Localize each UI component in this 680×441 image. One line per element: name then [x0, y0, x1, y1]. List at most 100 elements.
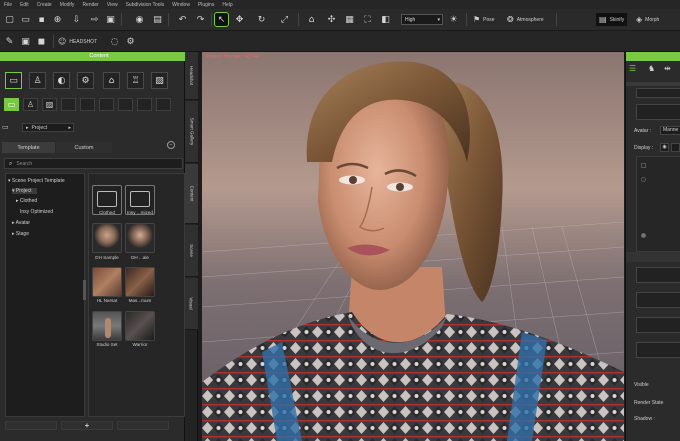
menu-render[interactable]: Render — [82, 2, 98, 8]
zoom-extent-icon[interactable]: ▦ — [343, 13, 356, 26]
right-field-2[interactable] — [636, 104, 680, 120]
modify-panel-header — [626, 52, 680, 61]
image-filter-icon[interactable]: ▨ — [42, 98, 57, 111]
option-radio-selected[interactable] — [641, 233, 646, 238]
skinify-button[interactable]: ▤ Skinify — [596, 13, 628, 26]
menu-view[interactable]: View — [107, 2, 118, 8]
image-category-icon[interactable]: ▨ — [151, 72, 168, 89]
headshot-settings-icon[interactable]: ⚙ — [124, 35, 137, 48]
3d-viewport[interactable]: Project Triangle : 43744 — [202, 52, 624, 441]
prop-category-icon[interactable]: ◐ — [53, 72, 70, 89]
motion-category-icon[interactable]: ♖ — [127, 72, 144, 89]
menu-subdivision-tools[interactable]: Subdivision Tools — [126, 2, 165, 8]
right-field-6[interactable] — [636, 342, 680, 358]
thumb-dh-female[interactable] — [125, 223, 155, 253]
camera-icon[interactable]: ◧ — [379, 13, 392, 26]
menu-modify[interactable]: Modify — [60, 2, 75, 8]
right-field-4[interactable] — [636, 292, 680, 308]
open-folder-icon[interactable]: ▭ — [19, 13, 32, 26]
render-icon[interactable]: ▤ — [151, 13, 164, 26]
add-button[interactable]: + — [61, 421, 113, 430]
tab-template[interactable]: Template — [2, 142, 55, 153]
fit-view-icon[interactable]: ⛶ — [361, 13, 374, 26]
pose-button[interactable]: ⚑ Pose — [473, 13, 495, 26]
edit-mesh-icon[interactable]: ✎ — [3, 35, 16, 48]
thumb-dh-sample[interactable] — [92, 223, 122, 253]
screenshot-icon[interactable]: ▣ — [104, 13, 117, 26]
figure-filter-icon[interactable]: ♙ — [23, 98, 38, 111]
set-category-icon[interactable]: ⌂ — [103, 72, 120, 89]
thumb-studio-set[interactable] — [92, 311, 122, 341]
bottom-right-button[interactable] — [117, 421, 169, 430]
thumb-warrior[interactable] — [125, 311, 155, 341]
empty-slot-2 — [80, 98, 95, 111]
vtab-scene[interactable]: Scene — [185, 225, 198, 277]
atmosphere-button[interactable]: ❂ Atmosphere — [507, 13, 544, 26]
material-icon[interactable]: ◼ — [35, 35, 48, 48]
tree-item[interactable]: ▸ Stage — [12, 231, 29, 237]
export-icon[interactable]: ⇨ — [88, 13, 101, 26]
collapse-icon[interactable]: − — [167, 141, 175, 149]
tree-item[interactable]: ▾ Scene Project Template — [8, 178, 65, 184]
import-icon[interactable]: ⇩ — [70, 13, 83, 26]
menu-help[interactable]: Help — [222, 2, 232, 8]
new-project-icon[interactable]: ▢ — [3, 13, 16, 26]
headshot-hair-icon[interactable]: ◌ — [108, 35, 121, 48]
light-icon[interactable]: ☀ — [447, 13, 460, 26]
folder-tree: ▾ Scene Project Template ▾ Project ▸ Clo… — [5, 173, 85, 417]
vtab-visual[interactable]: Visual — [185, 278, 198, 330]
tree-item[interactable]: Insy Optimized — [20, 209, 53, 215]
home-view-icon[interactable]: ⌂ — [305, 13, 318, 26]
thumb-maximum[interactable] — [125, 267, 155, 297]
menu-create[interactable]: Create — [37, 2, 52, 8]
menu-bar: File Edit Create Modify Render View Subd… — [0, 0, 680, 9]
option-checkbox[interactable] — [641, 163, 646, 168]
scene-filter-icon[interactable]: ▭ — [4, 98, 19, 111]
morph-button[interactable]: ◈ Morph — [636, 13, 659, 26]
display-toggle[interactable] — [671, 143, 680, 152]
stage-category-icon[interactable]: ⚙ — [77, 72, 94, 89]
vtab-smart-gallery[interactable]: Smart Gallery — [185, 101, 198, 163]
smart-search-icon[interactable]: ◉ — [133, 13, 146, 26]
redo-icon[interactable]: ↷ — [194, 13, 207, 26]
thumb-hl-narsat[interactable] — [92, 267, 122, 297]
right-field-3[interactable] — [636, 267, 680, 283]
project-category-icon[interactable]: ▭ — [5, 72, 22, 89]
splitter-handle[interactable] — [83, 280, 86, 300]
folder-icon[interactable]: ▭ — [2, 123, 9, 131]
menu-edit[interactable]: Edit — [20, 2, 29, 8]
avatar-dropdown[interactable]: Manne — [660, 126, 680, 135]
vtab-headshot[interactable]: Headshot — [185, 52, 198, 100]
tree-item[interactable]: ▸ Avatar — [12, 220, 30, 226]
save-icon[interactable]: ▪ — [35, 13, 48, 26]
avatar-category-icon[interactable]: ♙ — [29, 72, 46, 89]
menu-file[interactable]: File — [4, 2, 12, 8]
right-field-5[interactable] — [636, 317, 680, 333]
rotate-tool-icon[interactable]: ↻ — [255, 13, 268, 26]
display-eye-icon[interactable]: ◉ — [660, 143, 669, 152]
quality-dropdown[interactable]: High ▾ — [401, 14, 443, 25]
menu-plugins[interactable]: Plugins — [198, 2, 214, 8]
move-tool-icon[interactable]: ✥ — [233, 13, 246, 26]
menu-window[interactable]: Window — [172, 2, 190, 8]
pan-icon[interactable]: ✣ — [325, 13, 338, 26]
option-radio[interactable] — [641, 177, 646, 182]
headshot-button[interactable]: ☺ HEADSHOT — [58, 35, 97, 48]
tab-custom[interactable]: Custom — [56, 142, 112, 153]
quality-value: High — [405, 16, 416, 23]
breadcrumb[interactable]: ▸ Project ▸ — [22, 123, 74, 132]
cube-icon[interactable]: ▣ — [19, 35, 32, 48]
bottom-left-button[interactable] — [5, 421, 57, 430]
select-tool-icon[interactable]: ↖ — [214, 12, 229, 27]
undo-icon[interactable]: ↶ — [176, 13, 189, 26]
scale-tool-icon[interactable]: ⤢ — [278, 13, 291, 26]
transform-tab-icon[interactable]: ⇹ — [664, 64, 671, 73]
attribute-tab-icon[interactable]: ☰ — [629, 64, 636, 73]
vtab-content[interactable]: Content — [185, 164, 198, 224]
tree-item[interactable]: ▸ Clothed — [16, 198, 37, 204]
search-input[interactable]: ⌕ Search — [4, 158, 183, 169]
tree-item[interactable]: ▾ Project — [12, 188, 38, 194]
merge-icon[interactable]: ⊕ — [51, 13, 64, 26]
motion-tab-icon[interactable]: ♞ — [648, 64, 655, 73]
right-field-1[interactable] — [636, 88, 680, 98]
